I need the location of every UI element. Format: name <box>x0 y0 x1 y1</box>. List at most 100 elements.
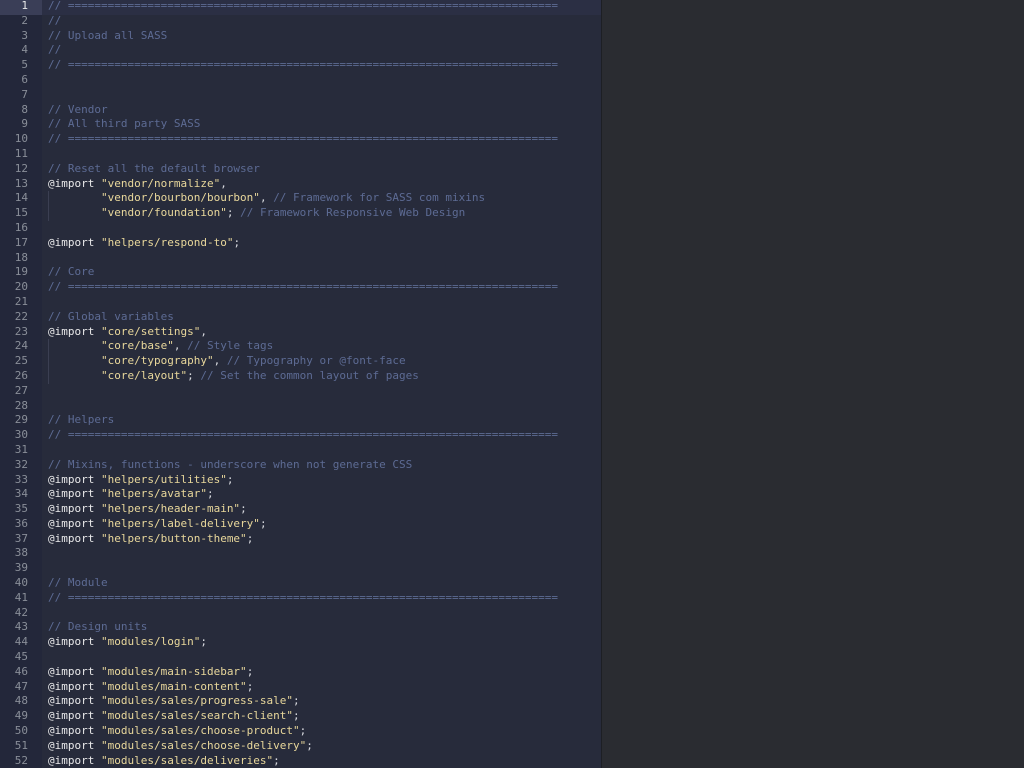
code-line[interactable]: 36 @import "helpers/label-delivery"; <box>0 517 601 532</box>
code-line[interactable]: 43 // Design units <box>0 620 601 635</box>
code-line[interactable]: 2 // <box>0 14 601 29</box>
code-line[interactable]: 30 // ===================================… <box>0 428 601 443</box>
code-line[interactable]: 21 <box>0 295 601 310</box>
code-token-comment: // Helpers <box>48 413 115 427</box>
code-line[interactable]: 12 // Reset all the default browser <box>0 162 601 177</box>
code-line[interactable]: 25 "core/typography", // Typography or @… <box>0 354 601 369</box>
code-line[interactable]: 38 <box>0 546 601 561</box>
code-text: // Design units <box>48 620 147 635</box>
code-token-string: "modules/main-content" <box>100 679 247 693</box>
code-token-keyword: @import <box>48 516 95 530</box>
code-line[interactable]: 20 // ===================================… <box>0 280 601 295</box>
code-lines[interactable]: 1 // ====================================… <box>0 0 601 768</box>
code-token-keyword: @import <box>48 724 95 738</box>
code-token-punct: ; <box>226 472 234 486</box>
code-token-punct <box>94 709 101 722</box>
code-line[interactable]: 7 <box>0 88 601 103</box>
code-line[interactable]: 24 "core/base", // Style tags <box>0 339 601 355</box>
code-line[interactable]: 19 // Core <box>0 265 601 280</box>
code-line[interactable]: 46 @import "modules/main-sidebar"; <box>0 665 601 680</box>
code-line[interactable]: 1 // ====================================… <box>0 0 601 14</box>
code-token-punct <box>94 635 101 648</box>
code-line[interactable]: 15 "vendor/foundation"; // Framework Res… <box>0 206 601 221</box>
code-line[interactable]: 33 @import "helpers/utilities"; <box>0 473 601 488</box>
code-editor[interactable]: 1 // ====================================… <box>0 0 601 768</box>
empty-pane[interactable] <box>601 0 1024 768</box>
code-text: // Mixins, functions - underscore when n… <box>48 458 412 473</box>
code-text: // =====================================… <box>48 428 558 443</box>
line-number: 28 <box>14 398 28 412</box>
code-line[interactable]: 35 @import "helpers/header-main"; <box>0 502 601 517</box>
code-line[interactable]: 26 "core/layout"; // Set the common layo… <box>0 368 601 384</box>
code-line[interactable]: 28 <box>0 399 601 414</box>
code-text: @import "modules/login"; <box>48 635 207 650</box>
line-number: 2 <box>21 13 28 27</box>
code-token-punct <box>94 236 101 249</box>
code-line[interactable]: 52 @import "modules/sales/deliveries"; <box>0 754 601 768</box>
code-line[interactable]: 14 "vendor/bourbon/bourbon", // Framewor… <box>0 191 601 207</box>
code-line[interactable]: 13 @import "vendor/normalize", <box>0 177 601 192</box>
code-line[interactable]: 22 // Global variables <box>0 310 601 325</box>
code-line[interactable]: 10 // ===================================… <box>0 132 601 147</box>
code-text: @import "modules/sales/progress-sale"; <box>48 694 300 709</box>
code-token-comment: // Vendor <box>48 102 108 116</box>
code-line[interactable]: 4 // <box>0 43 601 58</box>
code-line[interactable]: 32 // Mixins, functions - underscore when… <box>0 458 601 473</box>
code-text: "core/base", // Style tags <box>48 339 273 354</box>
code-line[interactable]: 9 // All third party SASS <box>0 117 601 132</box>
code-text: @import "helpers/label-delivery"; <box>48 517 267 532</box>
code-line[interactable]: 50 @import "modules/sales/choose-product"… <box>0 724 601 739</box>
line-number: 35 <box>14 502 28 516</box>
line-number: 27 <box>14 383 28 397</box>
line-number: 41 <box>14 590 28 604</box>
code-line[interactable]: 34 @import "helpers/avatar"; <box>0 487 601 502</box>
code-line[interactable]: 17 @import "helpers/respond-to"; <box>0 236 601 251</box>
code-line[interactable]: 45 <box>0 650 601 665</box>
line-number: 39 <box>14 561 28 575</box>
code-line[interactable]: 29 // Helpers <box>0 413 601 428</box>
code-line[interactable]: 31 <box>0 443 601 458</box>
code-line[interactable]: 39 <box>0 561 601 576</box>
code-token-punct <box>94 473 101 486</box>
code-line[interactable]: 48 @import "modules/sales/progress-sale"; <box>0 694 601 709</box>
code-line[interactable]: 37 @import "helpers/button-theme"; <box>0 532 601 547</box>
code-line[interactable]: 6 <box>0 73 601 88</box>
code-line[interactable]: 27 <box>0 384 601 399</box>
code-text: // Reset all the default browser <box>48 162 260 177</box>
code-text: // =====================================… <box>48 591 558 606</box>
code-token-string: "vendor/bourbon/bourbon" <box>100 191 260 205</box>
code-line[interactable]: 23 @import "core/settings", <box>0 325 601 340</box>
code-text: // =====================================… <box>48 280 558 295</box>
code-token-keyword: @import <box>48 679 95 693</box>
code-text: // =====================================… <box>48 0 558 14</box>
code-token-keyword: @import <box>48 531 95 545</box>
code-line[interactable]: 47 @import "modules/main-content"; <box>0 680 601 695</box>
code-text: @import "helpers/header-main"; <box>48 502 247 517</box>
code-text: @import "modules/sales/choose-delivery"; <box>48 739 313 754</box>
code-line[interactable]: 11 <box>0 147 601 162</box>
code-text: // Module <box>48 576 108 591</box>
code-token-punct: ; <box>246 664 254 678</box>
line-number: 33 <box>14 472 28 486</box>
code-line[interactable]: 40 // Module <box>0 576 601 591</box>
code-token-keyword: @import <box>48 487 95 501</box>
code-text: // <box>48 14 61 29</box>
code-line[interactable]: 16 <box>0 221 601 236</box>
code-token-comment: // <box>48 43 62 57</box>
code-line[interactable]: 41 // ===================================… <box>0 591 601 606</box>
code-text: @import "helpers/utilities"; <box>48 473 233 488</box>
code-token-punct: ; <box>226 206 241 220</box>
code-line[interactable]: 42 <box>0 606 601 621</box>
code-line[interactable]: 18 <box>0 251 601 266</box>
line-number: 17 <box>14 235 28 249</box>
code-line[interactable]: 49 @import "modules/sales/search-client"; <box>0 709 601 724</box>
code-token-string: "vendor/normalize" <box>100 176 221 190</box>
code-token-punct <box>94 694 101 707</box>
code-line[interactable]: 5 // ====================================… <box>0 58 601 73</box>
code-line[interactable]: 3 // Upload all SASS <box>0 29 601 44</box>
code-token-string: "core/layout" <box>100 368 188 382</box>
code-line[interactable]: 8 // Vendor <box>0 103 601 118</box>
code-line[interactable]: 51 @import "modules/sales/choose-delivery… <box>0 739 601 754</box>
line-number: 5 <box>21 58 28 72</box>
code-line[interactable]: 44 @import "modules/login"; <box>0 635 601 650</box>
